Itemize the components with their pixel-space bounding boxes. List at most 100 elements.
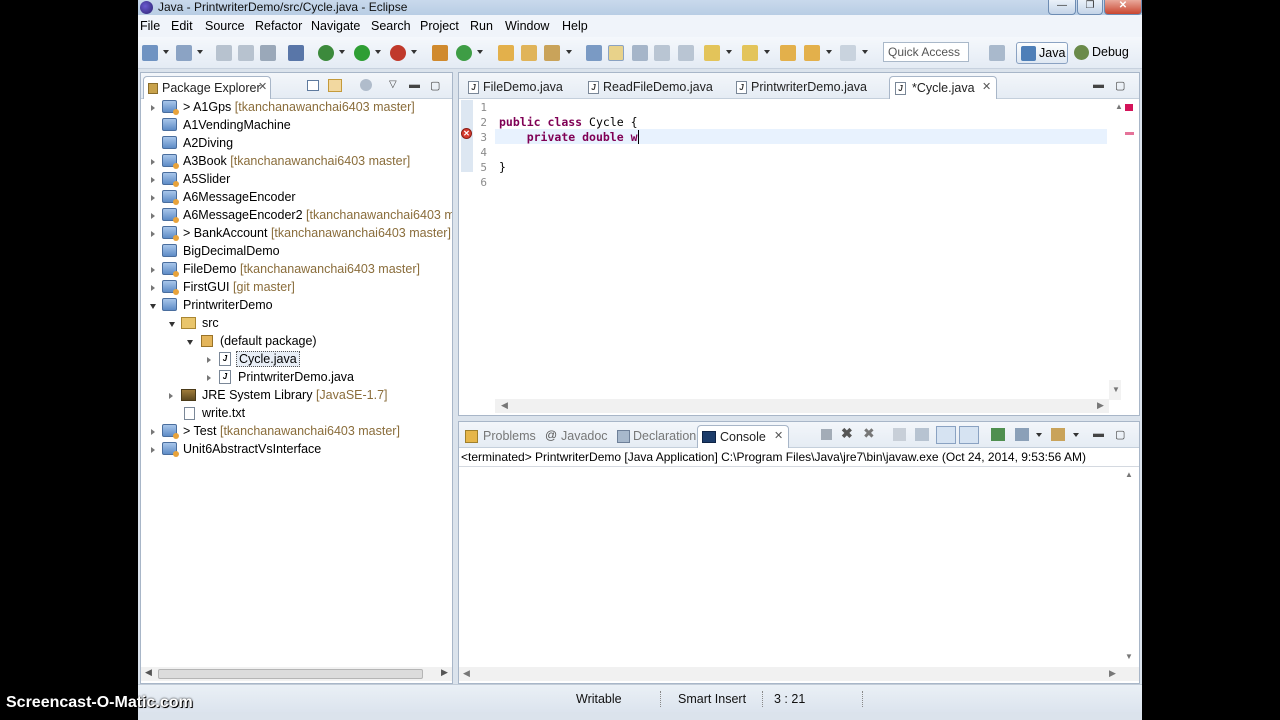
search-tool-icon[interactable] [544, 45, 560, 61]
close-icon[interactable]: ✕ [982, 80, 991, 93]
collapse-arrow-icon[interactable] [169, 322, 175, 327]
open-console-icon[interactable] [1051, 428, 1065, 441]
expand-arrow-icon[interactable] [207, 357, 211, 363]
maximize-view-icon[interactable]: ▢ [1115, 79, 1125, 92]
mark-occurrences-icon[interactable] [608, 45, 624, 61]
explorer-horizontal-scrollbar[interactable]: ◀ ▶ [141, 667, 452, 681]
view-menu-icon[interactable]: ▽ [389, 79, 397, 90]
new-dropdown-icon[interactable] [163, 50, 169, 54]
skip-breakpoints-icon[interactable] [288, 45, 304, 61]
show-on-stdout-icon[interactable] [936, 426, 956, 444]
open-task-icon[interactable] [521, 45, 537, 61]
quick-access-input[interactable]: Quick Access [883, 42, 969, 62]
scroll-down-icon[interactable]: ▼ [1112, 385, 1120, 394]
perspective-debug[interactable]: Debug [1070, 42, 1134, 64]
scroll-left-icon[interactable]: ◀ [501, 400, 508, 411]
console-output[interactable] [459, 466, 1139, 666]
next-annotation-dropdown-icon[interactable] [726, 50, 732, 54]
expand-arrow-icon[interactable] [151, 195, 155, 201]
maximize-view-icon[interactable]: ▢ [1115, 428, 1125, 441]
scroll-left-icon[interactable]: ◀ [463, 668, 470, 679]
tab-printwriterdemo-java[interactable]: J PrintwriterDemo.java [733, 76, 873, 99]
collapse-arrow-icon[interactable] [187, 340, 193, 345]
minimize-view-icon[interactable]: ▬ [409, 79, 420, 91]
block-selection-icon[interactable] [632, 45, 648, 61]
tree-item-a6messageencoder2[interactable]: A6MessageEncoder2 [tkanchanawanchai6403 … [141, 207, 452, 225]
close-button[interactable]: ✕ [1104, 0, 1142, 15]
open-type-icon[interactable] [176, 45, 192, 61]
show-whitespace-icon[interactable] [654, 45, 670, 61]
maximize-button[interactable]: ❐ [1077, 0, 1103, 15]
last-edit-icon[interactable] [780, 45, 796, 61]
scroll-lock-icon[interactable] [915, 428, 929, 441]
expand-arrow-icon[interactable] [151, 159, 155, 165]
search-dropdown-icon[interactable] [566, 50, 572, 54]
menu-window[interactable]: Window [505, 19, 549, 33]
menu-run[interactable]: Run [470, 19, 493, 33]
menu-project[interactable]: Project [420, 19, 459, 33]
error-overview-marker[interactable] [1125, 132, 1134, 135]
scroll-right-icon[interactable]: ▶ [1097, 400, 1104, 411]
new-java-package-icon[interactable] [432, 45, 448, 61]
minimize-view-icon[interactable]: ▬ [1093, 428, 1104, 440]
tab-problems[interactable]: Problems [461, 425, 539, 448]
pin-console-icon[interactable] [991, 428, 1005, 441]
console-horizontal-scrollbar[interactable]: ◀ ▶ [459, 667, 1139, 681]
expand-arrow-icon[interactable] [151, 177, 155, 183]
expand-arrow-icon[interactable] [151, 285, 155, 291]
terminate-icon[interactable] [821, 429, 832, 440]
open-type-folder-icon[interactable] [498, 45, 514, 61]
collapse-arrow-icon[interactable] [150, 304, 156, 309]
open-perspective-icon[interactable] [989, 45, 1005, 61]
focus-workset-icon[interactable] [360, 79, 372, 91]
back-dropdown-icon[interactable] [826, 50, 832, 54]
link-with-editor-icon[interactable] [328, 79, 342, 92]
collapse-all-icon[interactable] [307, 80, 319, 91]
open-dropdown-icon[interactable] [197, 50, 203, 54]
expand-arrow-icon[interactable] [151, 447, 155, 453]
remove-launch-icon[interactable]: ✖ [841, 425, 853, 442]
expand-arrow-icon[interactable] [207, 375, 211, 381]
show-source-icon[interactable] [678, 45, 694, 61]
error-overview-icon[interactable] [1125, 104, 1133, 111]
expand-arrow-icon[interactable] [151, 267, 155, 273]
tab-javadoc[interactable]: @ Javadoc [543, 425, 615, 448]
scroll-left-icon[interactable]: ◀ [145, 667, 152, 678]
clear-console-icon[interactable] [893, 428, 906, 441]
expand-arrow-icon[interactable] [151, 429, 155, 435]
run-icon[interactable] [354, 45, 370, 61]
menu-file[interactable]: File [140, 19, 160, 33]
back-icon[interactable] [804, 45, 820, 61]
menu-help[interactable]: Help [562, 19, 588, 33]
forward-icon[interactable] [840, 45, 856, 61]
previous-annotation-icon[interactable] [742, 45, 758, 61]
debug-icon[interactable] [318, 45, 334, 61]
scroll-right-icon[interactable]: ▶ [441, 667, 448, 678]
display-console-dropdown-icon[interactable] [1036, 433, 1042, 437]
tab-package-explorer[interactable]: Package Explorer ✕ [143, 76, 271, 99]
toggle-breadcrumb-icon[interactable] [586, 45, 602, 61]
scroll-right-icon[interactable]: ▶ [1109, 668, 1116, 679]
external-tools-dropdown-icon[interactable] [411, 50, 417, 54]
external-tools-icon[interactable] [390, 45, 406, 61]
scroll-up-icon[interactable]: ▲ [1115, 102, 1123, 111]
scrollbar-thumb[interactable] [158, 669, 423, 679]
forward-dropdown-icon[interactable] [862, 50, 868, 54]
display-console-icon[interactable] [1015, 428, 1029, 441]
scroll-up-icon[interactable]: ▲ [1125, 470, 1133, 479]
menu-search[interactable]: Search [371, 19, 411, 33]
tab-cycle-java[interactable]: J *Cycle.java ✕ [889, 76, 997, 99]
menu-edit[interactable]: Edit [171, 19, 193, 33]
expand-arrow-icon[interactable] [151, 213, 155, 219]
previous-annotation-dropdown-icon[interactable] [764, 50, 770, 54]
debug-dropdown-icon[interactable] [339, 50, 345, 54]
new-class-dropdown-icon[interactable] [477, 50, 483, 54]
save-all-icon[interactable] [238, 45, 254, 61]
expand-arrow-icon[interactable] [151, 231, 155, 237]
code-area[interactable]: ✕ 1 2 3 4 5 6 public class Cycle { priva… [459, 100, 1139, 400]
tab-filedemo-java[interactable]: J FileDemo.java [465, 76, 569, 99]
minimize-button[interactable]: — [1048, 0, 1076, 15]
tab-console[interactable]: Console ✕ [697, 425, 789, 448]
save-icon[interactable] [216, 45, 232, 61]
expand-arrow-icon[interactable] [151, 105, 155, 111]
